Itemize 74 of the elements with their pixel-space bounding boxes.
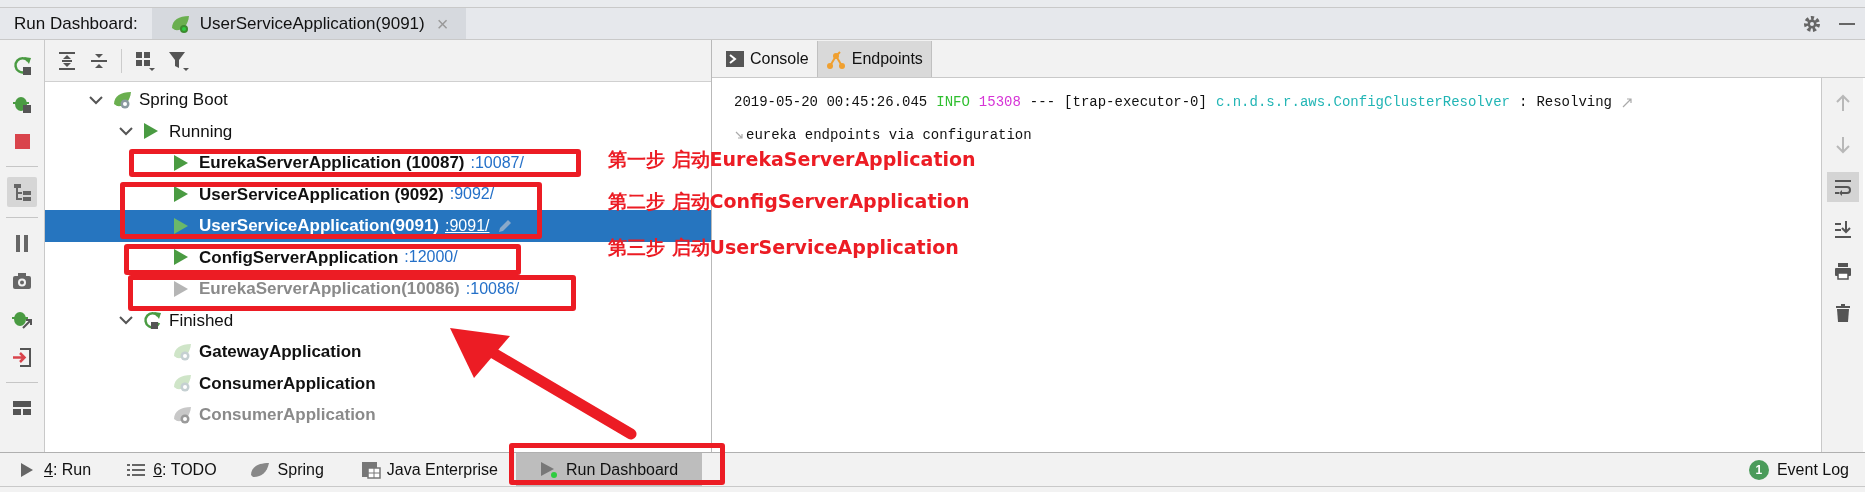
camera-icon (12, 271, 32, 291)
play-icon (173, 153, 189, 172)
event-log-button[interactable]: 1 Event Log (1748, 457, 1849, 482)
spring-leaf-icon (113, 90, 133, 109)
chevron-down-icon[interactable] (119, 315, 133, 326)
printer-icon (1832, 261, 1853, 281)
tree-group[interactable]: Finished (169, 307, 234, 333)
layout-icon (12, 398, 32, 418)
play-icon (173, 185, 189, 204)
tree-item[interactable]: EurekaServerApplication (10087) (199, 150, 465, 176)
wrap-mark-icon (1621, 96, 1633, 109)
annotation-text: 第三步 启动UserServiceApplication (608, 235, 959, 260)
tree-item[interactable]: UserServiceApplication(9091) (199, 213, 439, 239)
play-icon (540, 460, 558, 479)
tree-view-icon (12, 182, 32, 202)
tree-group[interactable]: Spring Boot (139, 87, 228, 113)
filter-icon[interactable] (168, 49, 190, 72)
port-link[interactable]: :9092/ (449, 182, 495, 207)
group-icon[interactable] (134, 49, 156, 72)
console-text: INFO (936, 93, 970, 112)
rerun-icon (12, 55, 32, 75)
console-text: c.n.d.s.r.aws.ConfigClusterResolver (1215, 93, 1510, 112)
settings-icon[interactable] (1803, 14, 1821, 33)
toolbar-button[interactable] (7, 177, 37, 207)
toolbar-button[interactable] (1826, 172, 1859, 202)
table-window-icon (360, 460, 381, 479)
port-link[interactable]: :10087/ (470, 150, 524, 175)
console-text: --- (1029, 93, 1056, 112)
tool-window-tab[interactable]: Java Enterprise (360, 453, 498, 486)
network-nodes-icon (825, 49, 846, 69)
stop-icon (12, 131, 32, 151)
tool-window-tab[interactable]: Spring (249, 453, 324, 486)
console-text: Resolving (1536, 93, 1612, 112)
play-icon (173, 216, 189, 235)
spring-leaf-icon (173, 374, 193, 393)
scroll-to-end-icon (1832, 219, 1853, 239)
run-tab[interactable]: UserServiceApplication(9091) × (151, 8, 467, 39)
tool-window-tab[interactable]: 4: Run (20, 453, 92, 486)
annotation-text: 第一步 启动EurekaServerApplication (608, 147, 976, 172)
chevron-down-icon[interactable] (89, 94, 103, 105)
panel-title: Run Dashboard: (13, 12, 139, 35)
spring-leaf-icon (173, 342, 193, 361)
spring-leaf-icon (173, 405, 193, 424)
console-text: [trap-executor-0] (1064, 93, 1207, 112)
tool-window-tab[interactable]: 6: TODO (127, 453, 217, 486)
console-text: 2019-05-20 00:45:26.045 (734, 93, 928, 112)
console-text: : (1518, 93, 1528, 112)
play-icon (173, 248, 189, 267)
play-icon (173, 279, 189, 298)
play-icon (20, 461, 34, 478)
tree-item[interactable]: UserServiceApplication (9092) (199, 181, 444, 207)
tree-group[interactable]: Running (169, 118, 233, 144)
spring-leaf-icon (169, 13, 192, 34)
terminal-icon (726, 51, 744, 67)
tree-item[interactable]: ConsumerApplication (199, 370, 376, 396)
import-icon (12, 347, 32, 367)
expand-all-icon[interactable] (57, 50, 77, 71)
play-icon (143, 122, 159, 141)
tree-item[interactable]: ConfigServerApplication (199, 244, 399, 270)
tree-item[interactable]: GatewayApplication (199, 339, 362, 365)
list-icon (127, 462, 146, 477)
bug-icon (12, 309, 32, 329)
tab-title: UserServiceApplication(9091) (199, 12, 425, 35)
console-tab[interactable]: Endpoints (817, 41, 932, 77)
leaf-icon (249, 461, 270, 478)
port-link[interactable]: :12000/ (404, 245, 458, 270)
chevron-down-icon[interactable] (119, 126, 133, 137)
port-link[interactable]: :9091/ (445, 213, 490, 238)
rerun-icon (143, 310, 163, 331)
annotation-text: 第二步 启动ConfigServerApplication (608, 189, 970, 214)
console-text: 15308 (978, 93, 1021, 112)
console-text: eureka endpoints via configuration (746, 126, 1032, 145)
soft-wrap-icon (1832, 177, 1853, 197)
wrap-mark-icon (734, 129, 744, 142)
